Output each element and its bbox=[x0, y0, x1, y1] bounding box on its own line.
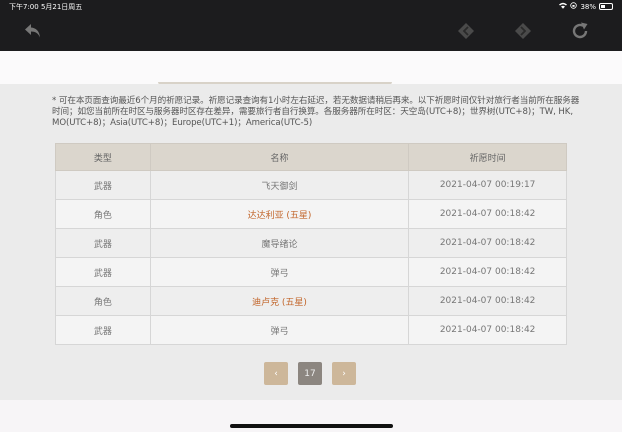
cell-name: 飞天御剑 bbox=[149, 170, 410, 200]
prev-page-button[interactable]: ‹ bbox=[264, 362, 288, 385]
lock-rotation-icon bbox=[570, 2, 578, 11]
undo-arrow-icon[interactable] bbox=[19, 17, 47, 45]
status-indicators: 38% bbox=[559, 2, 613, 11]
cell-name: 达达利亚 (五星) bbox=[149, 199, 410, 229]
table-row: 武器 弹弓 2021-04-07 00:18:42 bbox=[55, 315, 567, 345]
status-time: 下午7:00 5月21日周五 bbox=[9, 3, 83, 11]
status-bar: 下午7:00 5月21日周五 38% bbox=[0, 0, 622, 12]
home-indicator[interactable] bbox=[230, 424, 393, 428]
table-row: 武器 魔导绪论 2021-04-07 00:18:42 bbox=[55, 228, 567, 258]
cell-name: 迪卢克 (五星) bbox=[149, 286, 410, 316]
cell-time: 2021-04-07 00:18:42 bbox=[408, 228, 567, 258]
tab-band bbox=[0, 51, 622, 85]
cell-type: 武器 bbox=[55, 228, 151, 258]
table-row: 角色 迪卢克 (五星) 2021-04-07 00:18:42 bbox=[55, 286, 567, 316]
next-page-button[interactable]: › bbox=[332, 362, 356, 385]
cell-type: 武器 bbox=[55, 315, 151, 345]
cell-type: 武器 bbox=[55, 257, 151, 287]
cell-time: 2021-04-07 00:19:17 bbox=[408, 170, 567, 200]
cell-type: 武器 bbox=[55, 170, 151, 200]
column-header-name: 名称 bbox=[149, 143, 410, 171]
battery-percent: 38% bbox=[580, 2, 596, 11]
table-row: 武器 弹弓 2021-04-07 00:18:42 bbox=[55, 257, 567, 287]
battery-icon bbox=[599, 3, 613, 10]
wish-history-table: 类型 名称 祈愿时间 武器 飞天御剑 2021-04-07 00:19:17 角… bbox=[55, 143, 567, 345]
wish-history-panel: * 可在本页面查询最近6个月的祈愿记录。祈愿记录查询有1小时左右延迟，若无数据请… bbox=[0, 84, 622, 400]
cell-name: 弹弓 bbox=[149, 315, 410, 345]
table-header-row: 类型 名称 祈愿时间 bbox=[55, 143, 567, 171]
column-header-time: 祈愿时间 bbox=[408, 143, 567, 171]
pagination: ‹ 17 › bbox=[264, 362, 356, 385]
refresh-icon[interactable] bbox=[566, 17, 594, 45]
cell-type: 角色 bbox=[55, 199, 151, 229]
diamond-right-icon[interactable] bbox=[509, 17, 537, 45]
wifi-icon bbox=[559, 2, 568, 11]
cell-name: 弹弓 bbox=[149, 257, 410, 287]
cell-time: 2021-04-07 00:18:42 bbox=[408, 286, 567, 316]
cell-time: 2021-04-07 00:18:42 bbox=[408, 315, 567, 345]
diamond-left-icon[interactable] bbox=[452, 17, 480, 45]
cell-name: 魔导绪论 bbox=[149, 228, 410, 258]
browser-toolbar bbox=[0, 12, 622, 51]
table-row: 武器 飞天御剑 2021-04-07 00:19:17 bbox=[55, 170, 567, 200]
current-page[interactable]: 17 bbox=[298, 362, 322, 385]
cell-type: 角色 bbox=[55, 286, 151, 316]
cell-time: 2021-04-07 00:18:42 bbox=[408, 257, 567, 287]
table-row: 角色 达达利亚 (五星) 2021-04-07 00:18:42 bbox=[55, 199, 567, 229]
column-header-type: 类型 bbox=[55, 143, 151, 171]
wish-notice: * 可在本页面查询最近6个月的祈愿记录。祈愿记录查询有1小时左右延迟，若无数据请… bbox=[52, 96, 580, 128]
cell-time: 2021-04-07 00:18:42 bbox=[408, 199, 567, 229]
